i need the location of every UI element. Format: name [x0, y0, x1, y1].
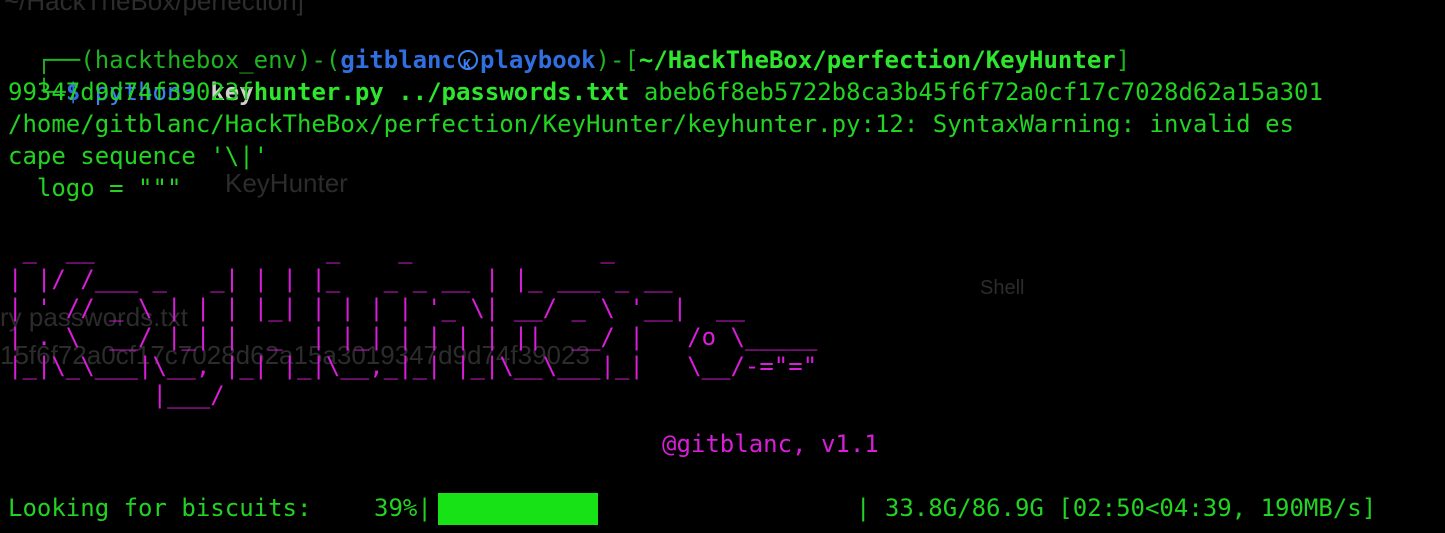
script-suffix: hunter.py — [253, 78, 384, 106]
banner-credit: @gitblanc, v1.1 — [662, 430, 879, 458]
hash-continuation: 99347d9d74f39023f — [8, 78, 254, 106]
progress-bar — [438, 493, 598, 525]
hash-argument-part1: abeb6f8eb5722b8ca3b45f6f72a0cf17c7028d62… — [643, 78, 1323, 106]
progress-stats: | 33.8G/86.9G [02:50<04:39, 190MB/s] — [856, 494, 1377, 522]
ghost-script-text: KeyHunter — [225, 168, 348, 198]
warning-line-1: /home/gitblanc/HackTheBox/perfection/Key… — [8, 110, 1294, 138]
progress-bar-fill — [438, 493, 598, 525]
progress-label: Looking for biscuits: — [8, 494, 312, 522]
progress-percent: 39%| — [374, 494, 432, 522]
keyhunter-ascii-banner: _ __ _ _ _ | |/ /___ _ _| | | |_ _ _ __ … — [8, 236, 818, 409]
command-line[interactable]: └─$ python3 keyhunter.py ../passwords.tx… — [8, 44, 1323, 106]
ghost-shell-text: Shell — [980, 277, 1025, 299]
warning-line-2: cape sequence '\|' — [8, 142, 269, 170]
prompt-header: ┌──(hackthebox_env)-(gitblancplaybook)-[… — [8, 12, 1130, 82]
warning-line-3: logo = """ — [8, 174, 182, 202]
argument-file: ../passwords.txt — [398, 78, 630, 106]
